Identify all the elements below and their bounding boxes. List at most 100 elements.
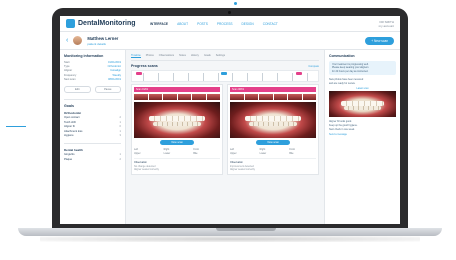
info-value: 08/01/2019	[108, 77, 121, 81]
user-name: DR SMITH	[379, 19, 395, 24]
patient-name: Matthew Lerner	[87, 35, 119, 41]
teeth-photo[interactable]	[230, 102, 316, 138]
lower-teeth	[152, 122, 202, 127]
view-scan-button[interactable]: View scan	[255, 140, 291, 145]
photo-header: Scan 01/01	[134, 87, 220, 92]
thumbnail[interactable]	[148, 94, 162, 100]
thumbnail[interactable]	[163, 94, 177, 100]
photo-header: Scan 08/01	[230, 87, 316, 92]
thumbnail[interactable]	[288, 94, 302, 100]
back-arrow-icon[interactable]: ‹	[66, 37, 68, 44]
brand-name: DentalMonitoring	[78, 20, 136, 27]
view-scan-button[interactable]: View scan	[159, 140, 195, 145]
timeline-marker[interactable]	[295, 72, 302, 75]
user-menu[interactable]: DR SMITH my account	[379, 20, 394, 28]
divider	[64, 99, 121, 101]
nav-link[interactable]: INTERFACE	[150, 22, 168, 26]
timeline-tick	[277, 73, 279, 81]
tab[interactable]: Settings	[216, 54, 225, 58]
tab[interactable]: Goals	[204, 54, 211, 58]
message-bubble: Your treatment is progressing well. Plea…	[329, 61, 396, 76]
timeline-marker[interactable]	[221, 72, 228, 75]
thumbnail[interactable]	[273, 94, 287, 100]
main-columns: Monitoring information Start 01/01/2019 T…	[60, 50, 400, 224]
laptop-screen: DentalMonitoring INTERFACE ABOUT POSTS P…	[60, 16, 400, 224]
metric: Front	[289, 148, 295, 151]
upper-teeth	[149, 115, 205, 121]
timeline-tick	[217, 73, 219, 81]
metric: Left	[230, 148, 234, 151]
divider	[64, 142, 121, 144]
metrics-grid: Left Right Front Upper Lower Bite	[134, 148, 220, 155]
info-label: Next scan	[64, 77, 76, 81]
send-message-link[interactable]: Send a message	[329, 133, 396, 136]
patient-info: Matthew Lerner patient details	[87, 36, 118, 46]
list-item-count: 3	[119, 134, 121, 138]
decorative-dot	[234, 2, 237, 5]
top-navigation: DentalMonitoring INTERFACE ABOUT POSTS P…	[60, 16, 400, 32]
metric: Right	[259, 148, 266, 151]
photo-date: Scan 08/01	[232, 88, 245, 91]
nav-link[interactable]: DESIGN	[241, 22, 253, 26]
thumbnail[interactable]	[192, 94, 206, 100]
thumbnail[interactable]	[230, 94, 244, 100]
thumbnail[interactable]	[177, 94, 191, 100]
tab[interactable]: Notes	[179, 54, 186, 58]
edit-button[interactable]: Edit	[64, 86, 91, 94]
tab[interactable]: Photos	[146, 54, 154, 58]
laptop-shadow	[40, 236, 420, 242]
timeline-tick	[158, 73, 160, 81]
nav-links: INTERFACE ABOUT POSTS PROCESS DESIGN CON…	[150, 22, 278, 26]
message-line: for 22 hours per day as instructed.	[332, 69, 369, 73]
timeline-tick	[247, 73, 249, 81]
nav-link[interactable]: CONTACT	[263, 22, 278, 26]
center-panel: Timeline Photos Observations Notes Histo…	[126, 50, 324, 224]
tab[interactable]: History	[191, 54, 199, 58]
communication-title: Communication	[329, 54, 355, 58]
metric: Upper	[230, 152, 237, 155]
scan-timeline[interactable]	[131, 70, 319, 82]
thumbnail[interactable]	[259, 94, 273, 100]
list-item-label: Plaque	[64, 157, 73, 161]
metric: Bite	[193, 152, 198, 155]
patient-header: ‹ Matthew Lerner patient details + New s…	[60, 32, 400, 50]
brand-logo[interactable]: DentalMonitoring	[66, 19, 140, 28]
new-scan-button[interactable]: + New scan	[365, 36, 394, 45]
observations: Observation No change detected Aligner s…	[134, 158, 220, 172]
latest-scan-photo[interactable]	[329, 91, 396, 118]
list-item[interactable]: Hygiene 3	[64, 134, 121, 139]
metric: Upper	[134, 152, 141, 155]
photo-panel-left: Scan 01/01 View scan Left Right Front Up…	[131, 84, 223, 175]
info-row: Next scan 08/01/2019	[64, 78, 121, 82]
tab-bar: Timeline Photos Observations Notes Histo…	[131, 54, 319, 61]
lower-teeth	[248, 122, 298, 127]
thumbnail[interactable]	[302, 94, 316, 100]
webcam-icon	[228, 11, 231, 14]
thumbnail[interactable]	[244, 94, 258, 100]
list-item[interactable]: Plaque 2	[64, 158, 121, 163]
photo-panel-right: Scan 08/01 View scan Left Right Front Up…	[227, 84, 319, 175]
latest-scan-label: Latest scan	[356, 87, 369, 91]
pause-button[interactable]: Pause	[94, 86, 121, 94]
metric: Left	[134, 148, 138, 151]
upper-teeth	[341, 100, 384, 106]
nav-link[interactable]: ABOUT	[177, 22, 188, 26]
laptop-base	[18, 228, 442, 236]
timeline-tick	[143, 73, 145, 81]
right-panel: Communication Your treatment is progress…	[324, 50, 400, 224]
tab[interactable]: Timeline	[131, 54, 141, 58]
timeline-marker[interactable]	[135, 72, 142, 75]
teeth-photo[interactable]	[134, 102, 220, 138]
user-account-link[interactable]: my account	[379, 24, 394, 28]
timeline-tick	[232, 73, 234, 81]
thumbnail[interactable]	[134, 94, 148, 100]
patient-details-link[interactable]: patient details	[87, 42, 118, 46]
feedback-line: Next check in one week.	[329, 127, 355, 131]
nav-link[interactable]: POSTS	[197, 22, 208, 26]
compare-control[interactable]: Compare	[308, 65, 319, 68]
metric: Bite	[289, 152, 294, 155]
metric: Front	[193, 148, 199, 151]
nav-link[interactable]: PROCESS	[217, 22, 233, 26]
tab[interactable]: Observations	[159, 54, 174, 58]
thumbnail[interactable]	[206, 94, 220, 100]
